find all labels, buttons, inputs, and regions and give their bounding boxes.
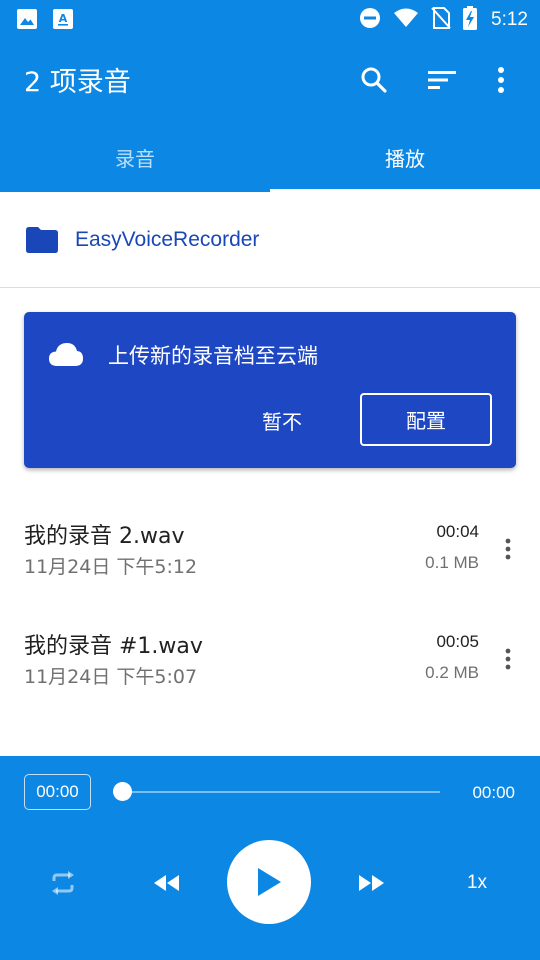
not-now-button[interactable]: 暂不	[244, 394, 320, 446]
repeat-icon	[52, 871, 74, 895]
total-time: 00:00	[472, 783, 515, 802]
status-time: 5:12	[491, 9, 528, 30]
recording-name: 我的录音 2.wav	[24, 524, 185, 549]
do-not-disturb-icon	[359, 7, 381, 33]
rewind-button[interactable]	[144, 863, 188, 903]
recording-size: 0.1 MB	[425, 553, 479, 572]
svg-text:A: A	[59, 12, 68, 25]
more-vert-icon	[498, 67, 504, 93]
more-vert-icon	[505, 648, 511, 670]
more-options-button[interactable]	[476, 62, 526, 98]
fast-forward-button[interactable]	[350, 863, 394, 903]
playback-speed-button[interactable]: 1x	[452, 863, 502, 903]
search-button[interactable]	[340, 62, 408, 98]
repeat-button[interactable]	[40, 863, 86, 903]
no-sim-icon	[431, 6, 451, 34]
seek-thumb[interactable]	[112, 782, 132, 801]
recording-date: 11月24日 下午5:07	[24, 666, 198, 688]
current-time[interactable]: 00:00	[24, 774, 91, 810]
recording-item[interactable]: 我的录音 #1.wav 11月24日 下午5:07 00:05 0.2 MB	[0, 604, 540, 714]
sort-button[interactable]	[408, 62, 476, 98]
play-icon	[258, 868, 281, 896]
folder-row[interactable]: EasyVoiceRecorder	[0, 192, 540, 288]
tab-bar: 录音 播放	[0, 122, 540, 192]
top-bar: A 5:12 2 项录音 录音 播放	[0, 0, 540, 192]
upload-card: 上传新的录音档至云端 暂不 配置	[24, 312, 516, 468]
wifi-icon	[393, 7, 419, 33]
cloud-icon	[49, 343, 83, 366]
recording-size: 0.2 MB	[425, 663, 479, 682]
more-vert-icon	[505, 538, 511, 560]
tab-record[interactable]: 录音	[0, 122, 270, 192]
recording-item[interactable]: 我的录音 2.wav 11月24日 下午5:12 00:04 0.1 MB	[0, 494, 540, 604]
sort-icon	[428, 71, 456, 89]
configure-button[interactable]: 配置	[360, 393, 492, 446]
recording-date: 11月24日 下午5:12	[24, 556, 198, 578]
folder-name: EasyVoiceRecorder	[75, 227, 260, 251]
recording-duration: 00:04	[436, 522, 479, 541]
page-title: 2 项录音	[24, 67, 131, 98]
recording-duration: 00:05	[436, 632, 479, 651]
fast-forward-icon	[359, 875, 384, 891]
play-button[interactable]	[227, 840, 311, 924]
folder-icon	[26, 226, 58, 253]
seek-track[interactable]	[122, 791, 440, 793]
font-icon: A	[52, 8, 74, 34]
status-bar: A 5:12	[0, 0, 540, 38]
player-bar: 00:00 00:00 1x	[0, 756, 540, 960]
image-icon	[16, 8, 38, 34]
app-bar: 2 项录音	[0, 48, 540, 112]
rewind-icon	[154, 875, 179, 891]
recording-more-button[interactable]	[496, 644, 520, 674]
recording-name: 我的录音 #1.wav	[24, 634, 203, 659]
tab-playback[interactable]: 播放	[270, 122, 540, 192]
upload-message: 上传新的录音档至云端	[108, 344, 318, 368]
recording-more-button[interactable]	[496, 534, 520, 564]
search-icon	[361, 67, 387, 93]
battery-charging-icon	[463, 6, 478, 34]
